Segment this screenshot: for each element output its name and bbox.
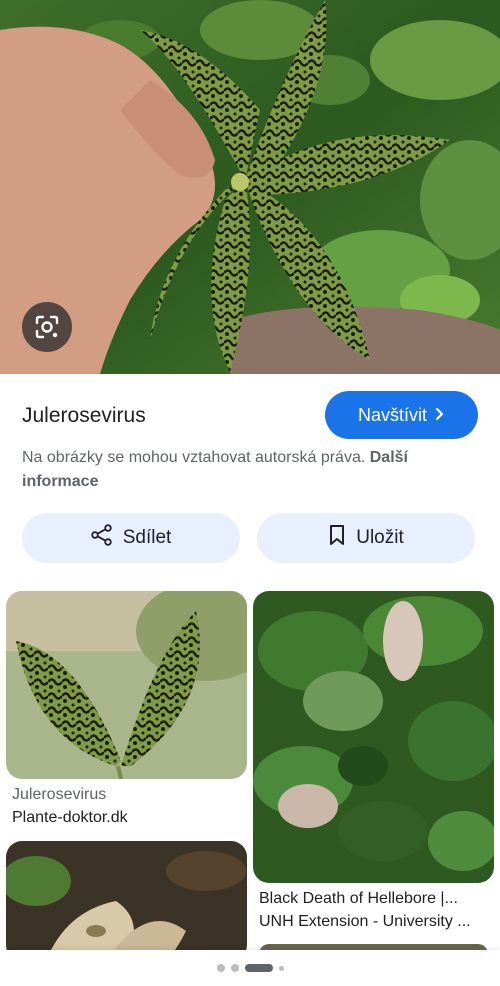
save-label: Uložit	[356, 527, 404, 548]
related-image-2[interactable]	[253, 591, 494, 883]
related-1-source[interactable]: Plante-doktor.dk	[12, 809, 128, 827]
save-button[interactable]: Uložit	[257, 513, 475, 563]
visit-button[interactable]: Navštívit	[325, 391, 478, 439]
page-dot	[230, 964, 239, 972]
page-dot	[216, 964, 225, 972]
google-lens-icon	[34, 314, 60, 340]
copyright-notice: Na obrázky se mohou vztahovat autorská p…	[22, 446, 462, 494]
share-button[interactable]: Sdílet	[22, 513, 240, 563]
share-icon	[91, 524, 113, 552]
visit-label: Navštívit	[357, 404, 427, 425]
page-indicator	[0, 964, 500, 972]
copyright-text: Na obrázky se mohou vztahovat autorská p…	[22, 449, 366, 466]
related-image-1[interactable]	[6, 591, 247, 779]
related-2-source[interactable]: UNH Extension - University ...	[259, 913, 471, 931]
related-2-title[interactable]: Black Death of Hellebore |...	[259, 890, 458, 908]
related-image-3[interactable]	[6, 841, 247, 961]
share-label: Sdílet	[122, 527, 172, 548]
related-1-title[interactable]: Julerosevirus	[12, 786, 106, 804]
google-lens-button[interactable]	[22, 302, 72, 352]
result-title: Julerosevirus	[22, 404, 146, 427]
bookmark-icon	[328, 524, 346, 552]
page-dot-active	[244, 964, 273, 972]
main-image[interactable]	[0, 0, 500, 374]
chevron-right-icon	[435, 405, 445, 426]
page-dot	[278, 965, 284, 971]
